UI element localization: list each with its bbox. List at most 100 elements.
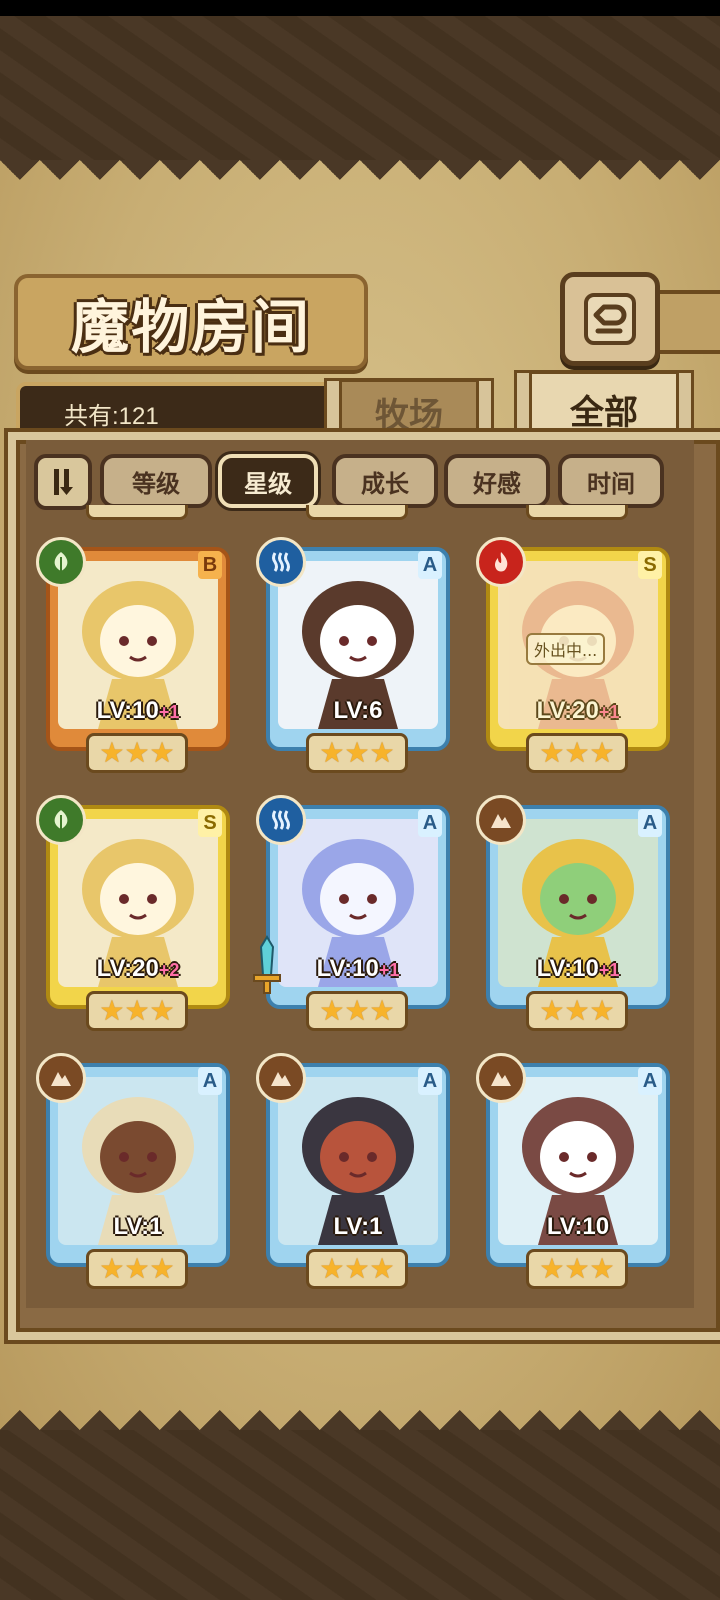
monster-card[interactable]: LV:20+2 S ★ ★ ★ xyxy=(36,795,232,1031)
monster-card[interactable]: LV:6 A ★ ★ ★ xyxy=(256,537,452,773)
star-icon: ★ xyxy=(564,1252,590,1285)
monster-level: LV:20+2 xyxy=(58,955,218,983)
monster-portrait: LV:10+1 xyxy=(278,819,438,987)
monster-card[interactable]: LV:10+1 A ★ ★ ★ xyxy=(476,795,672,1031)
sort-by-level-button[interactable]: 等级 xyxy=(100,454,212,508)
star-rating: ★ ★ ★ xyxy=(526,733,628,773)
star-icon: ★ xyxy=(344,994,370,1027)
level-plus: +1 xyxy=(598,702,620,722)
star-icon: ★ xyxy=(124,1252,150,1285)
level-text: LV:20 xyxy=(536,697,599,724)
monster-card[interactable]: LV:10+1 B ★ ★ ★ xyxy=(36,537,232,773)
sort-by-affection-button[interactable]: 好感 xyxy=(444,454,550,508)
star-icon: ★ xyxy=(99,736,125,769)
monster-portrait: LV:20+2 xyxy=(58,819,218,987)
monster-portrait: LV:1 xyxy=(278,1077,438,1245)
star-icon: ★ xyxy=(369,736,395,769)
star-icon: ★ xyxy=(369,1252,395,1285)
star-rating: ★ ★ ★ xyxy=(306,991,408,1031)
sort-by-growth-button[interactable]: 成长 xyxy=(332,454,438,508)
star-icon: ★ xyxy=(369,994,395,1027)
earth-element-icon xyxy=(476,795,526,845)
star-icon: ★ xyxy=(149,736,175,769)
rank-badge: A xyxy=(418,809,442,837)
level-plus: +2 xyxy=(158,960,180,980)
sort-by-star-button[interactable]: 星级 xyxy=(218,454,318,508)
back-button[interactable] xyxy=(560,272,660,366)
star-rating: ★ ★ ★ xyxy=(86,733,188,773)
monster-card[interactable]: LV:10 A ★ ★ ★ xyxy=(476,1053,672,1289)
star-rating: ★ ★ ★ xyxy=(526,1249,628,1289)
sort-label: 成长 xyxy=(361,468,409,498)
star-rating: ★ ★ ★ xyxy=(306,1249,408,1289)
star-icon: ★ xyxy=(539,994,565,1027)
star-icon: ★ xyxy=(589,1252,615,1285)
star-icon: ★ xyxy=(564,736,590,769)
background-map-bottom xyxy=(0,1430,720,1600)
star-rating: ★ ★ ★ xyxy=(306,733,408,773)
tab-ranch-label: 牧场 xyxy=(375,395,443,436)
torn-edge-bottom xyxy=(0,1390,720,1430)
star-icon: ★ xyxy=(149,1252,175,1285)
star-icon: ★ xyxy=(539,736,565,769)
level-text: LV:1 xyxy=(333,1213,383,1240)
star-icon: ★ xyxy=(539,1252,565,1285)
star-rating: ★ ★ ★ xyxy=(86,1249,188,1289)
away-status-label: 外出中... xyxy=(526,633,606,665)
level-text: LV:10 xyxy=(536,955,599,982)
monster-level: LV:10+1 xyxy=(498,955,658,983)
star-rating: ★ ★ ★ xyxy=(86,991,188,1031)
rank-badge: A xyxy=(198,1067,222,1095)
monster-portrait: LV:6 xyxy=(278,561,438,729)
star-icon: ★ xyxy=(589,994,615,1027)
level-text: LV:1 xyxy=(113,1213,163,1240)
water-element-icon xyxy=(256,537,306,587)
level-text: LV:20 xyxy=(96,955,159,982)
star-icon: ★ xyxy=(99,994,125,1027)
nature-element-icon xyxy=(36,537,86,587)
monster-card[interactable]: LV:1 A ★ ★ ★ xyxy=(256,1053,452,1289)
star-icon: ★ xyxy=(564,994,590,1027)
level-plus: +1 xyxy=(158,702,180,722)
sort-label: 星级 xyxy=(244,468,292,498)
monster-level: LV:10+1 xyxy=(278,955,438,983)
rank-badge: S xyxy=(638,551,662,579)
sort-order-toggle[interactable] xyxy=(34,454,92,510)
monster-card[interactable]: LV:10+1 A ★ ★ ★ xyxy=(253,795,452,1031)
page-title: 魔物房间 xyxy=(70,293,311,361)
monster-portrait: LV:20+1 外出中... xyxy=(498,561,658,729)
sort-by-time-button[interactable]: 时间 xyxy=(558,454,664,508)
sort-label: 等级 xyxy=(132,468,180,498)
fire-element-icon xyxy=(476,537,526,587)
water-element-icon xyxy=(256,795,306,845)
sword-icon xyxy=(250,935,284,999)
level-text: LV:6 xyxy=(333,697,383,724)
sort-order-icon xyxy=(54,469,73,495)
rank-badge: A xyxy=(418,1067,442,1095)
level-plus: +1 xyxy=(378,960,400,980)
tab-all-label: 全部 xyxy=(570,392,638,433)
star-icon: ★ xyxy=(124,994,150,1027)
level-plus: +1 xyxy=(598,960,620,980)
earth-element-icon xyxy=(476,1053,526,1103)
earth-element-icon xyxy=(36,1053,86,1103)
level-text: LV:10 xyxy=(316,955,379,982)
nature-element-icon xyxy=(36,795,86,845)
background-map-top xyxy=(0,16,720,160)
monster-portrait: LV:10+1 xyxy=(498,819,658,987)
star-icon: ★ xyxy=(99,1252,125,1285)
rank-badge: S xyxy=(198,809,222,837)
monster-level: LV:1 xyxy=(278,1213,438,1241)
back-rail xyxy=(650,290,720,354)
star-icon: ★ xyxy=(319,736,345,769)
monster-card[interactable]: LV:1 A ★ ★ ★ xyxy=(36,1053,232,1289)
monster-level: LV:6 xyxy=(278,697,438,725)
monster-card[interactable]: LV:20+1 外出中... S ★ ★ ★ xyxy=(476,537,672,773)
star-icon: ★ xyxy=(124,736,150,769)
star-icon: ★ xyxy=(589,736,615,769)
monster-portrait: LV:10+1 xyxy=(58,561,218,729)
monster-portrait: LV:10 xyxy=(498,1077,658,1245)
status-bar-strip xyxy=(0,0,720,16)
rank-badge: A xyxy=(638,809,662,837)
torn-edge-top xyxy=(0,160,720,200)
